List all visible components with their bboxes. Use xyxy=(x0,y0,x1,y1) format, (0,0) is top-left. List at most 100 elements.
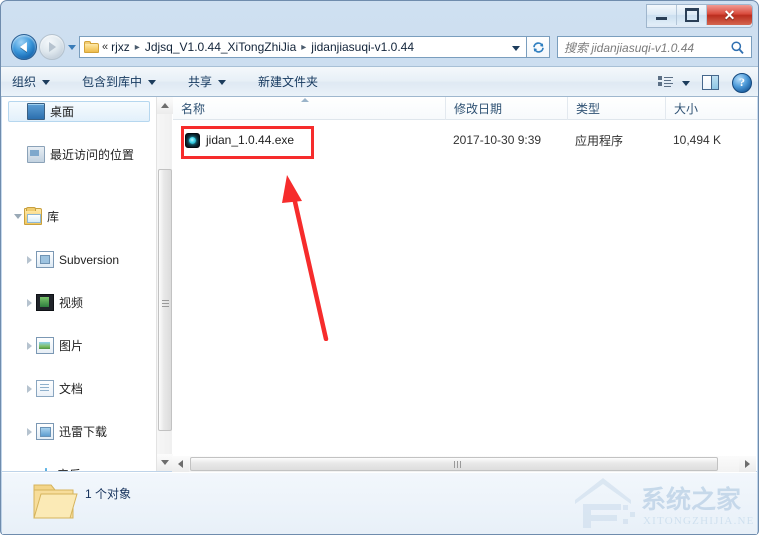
file-name-label: jidan_1.0.44.exe xyxy=(206,133,295,147)
help-button[interactable]: ? xyxy=(732,72,752,93)
window-controls: ✕ xyxy=(646,4,753,28)
status-bar: 1 个对象 系统之家 XITONGZHIJIA.NET xyxy=(2,472,757,534)
sidebar-item-documents[interactable]: 文档 xyxy=(8,378,150,399)
breadcrumb-overflow-icon[interactable]: « xyxy=(102,41,108,53)
breadcrumb-item-2[interactable]: jidanjiasuqi-v1.0.44 xyxy=(311,40,414,54)
toolbar-label: 包含到库中 xyxy=(82,75,143,89)
scroll-up-button[interactable] xyxy=(157,97,173,114)
scroll-right-button[interactable] xyxy=(739,456,756,472)
scrollbar-thumb[interactable] xyxy=(158,169,172,431)
sidebar-item-label: 库 xyxy=(47,210,60,224)
subversion-icon xyxy=(36,251,54,268)
file-list-pane: 名称 修改日期 类型 大小 jidan_1.0.44.exe 2017-10-3… xyxy=(173,97,757,471)
twisty-open-icon[interactable] xyxy=(11,214,24,219)
maximize-button[interactable] xyxy=(677,5,707,25)
search-box[interactable]: 搜索 jidanjiasuqi-v1.0.44 xyxy=(557,36,752,58)
toolbar-label: 组织 xyxy=(12,75,37,89)
title-bar: ✕ xyxy=(1,1,758,30)
twisty-closed-icon[interactable] xyxy=(23,470,36,471)
toolbar-button-organize[interactable]: 组织 xyxy=(3,70,59,93)
twisty-closed-icon[interactable] xyxy=(23,427,36,436)
toolbar-label: 新建文件夹 xyxy=(258,75,319,89)
address-bar[interactable]: « rjxz ▸ Jdjsq_V1.0.44_XiTongZhiJia ▸ ji… xyxy=(79,36,526,58)
refresh-button[interactable] xyxy=(526,36,550,58)
toolbar-button-new-folder[interactable]: 新建文件夹 xyxy=(249,70,327,93)
navigation-pane-scrollbar[interactable] xyxy=(156,97,173,471)
sidebar-item-music[interactable]: 音乐 xyxy=(8,464,150,471)
view-options-icon[interactable] xyxy=(658,76,673,89)
twisty-closed-icon[interactable] xyxy=(23,341,36,350)
explorer-window: ✕ « rjxz ▸ Jdjsq_V1.0.44_XiTongZhiJia ▸ … xyxy=(0,0,759,535)
breadcrumb-item-0[interactable]: rjxz xyxy=(111,40,130,54)
sidebar-item-pictures[interactable]: 图片 xyxy=(8,335,150,356)
column-label: 类型 xyxy=(576,102,601,116)
toolbar-button-include-in-library[interactable]: 包含到库中 xyxy=(73,70,165,93)
file-name-cell[interactable]: jidan_1.0.44.exe xyxy=(173,132,457,148)
sidebar-item-thunder-download[interactable]: 迅雷下载 xyxy=(8,421,150,442)
desktop-icon xyxy=(27,103,45,120)
address-dropdown-icon[interactable] xyxy=(512,46,520,51)
refresh-icon xyxy=(532,41,544,53)
back-button[interactable] xyxy=(11,34,37,60)
sidebar-item-label: 视频 xyxy=(59,296,84,310)
explorer-body: 桌面 最近访问的位置 库 Subversion 视频 图片 文档 迅雷下载 名称… xyxy=(2,97,757,471)
scrollbar-thumb[interactable] xyxy=(190,457,718,471)
scroll-down-button[interactable] xyxy=(157,454,173,471)
sidebar-item-subversion[interactable]: Subversion xyxy=(8,249,150,270)
scroll-left-button[interactable] xyxy=(172,456,189,472)
sidebar-item-label: 最近访问的位置 xyxy=(50,148,135,162)
column-label: 名称 xyxy=(181,102,206,116)
back-arrow-icon xyxy=(19,42,27,52)
file-list-horizontal-scrollbar[interactable] xyxy=(172,456,756,472)
library-icon xyxy=(24,207,42,225)
column-header-size[interactable]: 大小 xyxy=(665,97,757,120)
folder-icon xyxy=(33,484,78,519)
music-icon xyxy=(36,467,52,471)
column-header-type[interactable]: 类型 xyxy=(567,97,665,120)
help-icon: ? xyxy=(739,75,745,89)
chevron-down-icon xyxy=(42,80,51,85)
folder-icon xyxy=(84,41,99,53)
sidebar-item-recent-places[interactable]: 最近访问的位置 xyxy=(8,144,150,165)
toolbar-button-share[interactable]: 共享 xyxy=(179,70,235,93)
column-header-modified[interactable]: 修改日期 xyxy=(445,97,567,120)
file-modified-cell: 2017-10-30 9:39 xyxy=(453,133,542,147)
address-row: « rjxz ▸ Jdjsq_V1.0.44_XiTongZhiJia ▸ ji… xyxy=(1,31,758,65)
sidebar-item-label: 桌面 xyxy=(50,105,75,119)
breadcrumb-item-1[interactable]: Jdjsq_V1.0.44_XiTongZhiJia xyxy=(145,40,296,54)
chevron-down-icon xyxy=(148,80,157,85)
column-label: 修改日期 xyxy=(454,102,503,116)
column-label: 大小 xyxy=(674,102,699,116)
sidebar-item-libraries[interactable]: 库 xyxy=(8,206,150,227)
table-row[interactable]: jidan_1.0.44.exe 2017-10-30 9:39 应用程序 10… xyxy=(173,129,757,151)
pictures-icon xyxy=(36,337,54,354)
watermark-cn-text: 系统之家 xyxy=(641,485,741,514)
sidebar-item-videos[interactable]: 视频 xyxy=(8,292,150,313)
documents-icon xyxy=(36,380,54,397)
close-icon: ✕ xyxy=(723,7,736,23)
exe-file-icon xyxy=(185,132,200,148)
column-header-name[interactable]: 名称 xyxy=(173,97,445,120)
history-dropdown-icon[interactable] xyxy=(68,45,76,50)
preview-pane-toggle[interactable] xyxy=(702,75,719,90)
chevron-up-icon xyxy=(161,103,169,108)
chevron-right-icon xyxy=(745,460,750,468)
file-type-cell: 应用程序 xyxy=(575,133,624,148)
search-icon[interactable] xyxy=(730,40,745,55)
twisty-closed-icon[interactable] xyxy=(23,298,36,307)
minimize-button[interactable] xyxy=(647,5,677,25)
twisty-closed-icon[interactable] xyxy=(23,384,36,393)
sidebar-item-desktop[interactable]: 桌面 xyxy=(8,101,150,122)
close-button[interactable]: ✕ xyxy=(707,5,752,25)
sidebar-item-label: 图片 xyxy=(59,339,84,353)
forward-button[interactable] xyxy=(39,34,65,60)
breadcrumb-separator-icon[interactable]: ▸ xyxy=(301,42,306,53)
chevron-down-icon xyxy=(218,80,227,85)
breadcrumb-separator-icon[interactable]: ▸ xyxy=(135,42,140,53)
sidebar-item-label: 迅雷下载 xyxy=(59,425,108,439)
navigation-pane: 桌面 最近访问的位置 库 Subversion 视频 图片 文档 迅雷下载 xyxy=(2,97,156,471)
sidebar-item-label: 音乐 xyxy=(57,466,81,471)
view-options-chevron-down-icon[interactable] xyxy=(682,81,690,86)
twisty-closed-icon[interactable] xyxy=(23,255,36,264)
search-input[interactable]: 搜索 jidanjiasuqi-v1.0.44 xyxy=(564,39,694,56)
